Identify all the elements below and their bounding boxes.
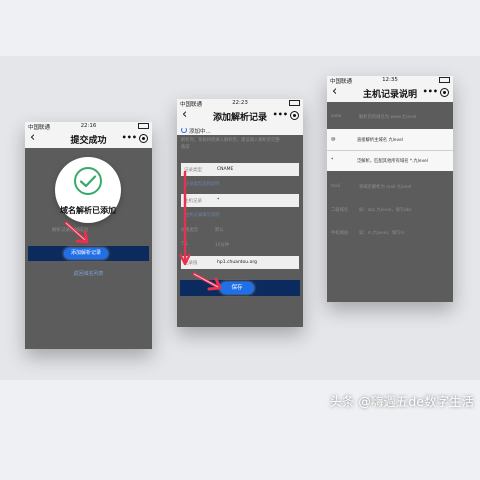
- flow-arrow-icon: [179, 170, 191, 266]
- mail-description: 将域名解析为 mail.九level: [359, 185, 412, 190]
- pointer-arrow-icon: [64, 221, 89, 244]
- field-value: hp1.chuantou.org: [217, 260, 257, 265]
- line-type-value: 默认: [215, 228, 224, 233]
- record-description: 泛解析，匹配其他所有域名 *.九level: [357, 159, 428, 164]
- phone-screen-add-record: 中国联通 22:23 ‹ 添加解析记录 ••• 添加中... 解析时，系统将把填…: [177, 99, 303, 327]
- field-value: *: [217, 198, 220, 203]
- phone-screen-host-record-help: 中国联通 12:35 ‹ 主机记录说明 ••• www 解析后的域名为 www.…: [327, 76, 453, 302]
- battery-icon: [138, 123, 149, 129]
- back-to-domain-list-link[interactable]: 返回域名列表: [25, 270, 152, 277]
- loading-toast: 添加中...: [177, 125, 303, 135]
- status-bar: 中国联通 22:23: [177, 99, 303, 108]
- record-value-field[interactable]: 记录值 hp1.chuantou.org: [181, 256, 299, 269]
- clock: 22:16: [80, 123, 97, 129]
- nav-bar: ‹ 提交成功 •••: [25, 130, 152, 148]
- subdomain-description: 如：abc.九level，填写abc: [359, 208, 412, 213]
- add-record-highlight-bar: 添加解析记录: [28, 246, 149, 261]
- battery-icon: [439, 77, 450, 83]
- record-description: 直接解析主域名 九level: [357, 138, 403, 143]
- nav-bar: ‹ 添加解析记录 •••: [177, 107, 303, 125]
- clock: 12:35: [382, 77, 398, 83]
- www-label: www: [331, 114, 342, 119]
- host-record-field[interactable]: 主机记录 *: [181, 194, 299, 207]
- loading-text: 添加中...: [189, 129, 211, 135]
- add-record-button[interactable]: 添加解析记录: [64, 248, 108, 259]
- pointer-arrow-icon: [192, 272, 222, 291]
- hint-line-1: 解析时，系统将把填入解析后，建议填入解析的完整: [181, 138, 280, 143]
- hint-line-2: 备案: [181, 145, 190, 150]
- field-value: CNAME: [217, 167, 234, 172]
- record-row-at: @ 直接解析主域名 九level: [327, 129, 453, 151]
- nav-bar: ‹ 主机记录说明 •••: [327, 84, 453, 102]
- www-description: 解析后的域名为 www.九level: [359, 115, 417, 120]
- more-menu-icon[interactable]: •••: [423, 87, 438, 96]
- status-bar: 中国联通 22:16: [25, 122, 152, 131]
- record-label: @: [331, 137, 336, 142]
- more-menu-icon[interactable]: •••: [122, 133, 137, 142]
- success-message: 域名解析已添加: [60, 206, 116, 215]
- clock: 22:23: [232, 100, 248, 106]
- record-row-wildcard: * 泛解析，匹配其他所有域名 *.九level: [327, 150, 453, 171]
- record-type-field[interactable]: 记录类型 CNAME: [181, 163, 299, 176]
- battery-icon: [289, 100, 300, 106]
- check-circle-icon: [74, 167, 102, 195]
- ttl-value: 10分钟: [215, 243, 230, 248]
- mail-label: mail: [331, 184, 341, 189]
- mobile-site-description: 如：m.九level，填写m: [359, 231, 405, 236]
- spinner-icon: [181, 127, 187, 133]
- more-menu-icon[interactable]: •••: [273, 110, 288, 119]
- close-target-icon[interactable]: [440, 88, 449, 97]
- highlighted-records-panel: @ 直接解析主域名 九level * 泛解析，匹配其他所有域名 *.九level: [327, 129, 453, 171]
- success-circle: 域名解析已添加: [55, 157, 121, 223]
- watermark: 头条 @嗨週五de数字生活: [329, 394, 474, 409]
- close-target-icon[interactable]: [290, 111, 299, 120]
- mobile-site-label: 手机网站: [331, 231, 349, 236]
- phone-screen-submit-success: 中国联通 22:16 ‹ 提交成功 ••• 解析记录添加成功 域名解析已添加 添…: [25, 122, 152, 349]
- record-label: *: [331, 158, 334, 163]
- save-button[interactable]: 保存: [220, 282, 254, 294]
- close-target-icon[interactable]: [139, 134, 148, 143]
- status-bar: 中国联通 12:35: [327, 76, 453, 85]
- subdomain-label: 二级域名: [331, 208, 349, 213]
